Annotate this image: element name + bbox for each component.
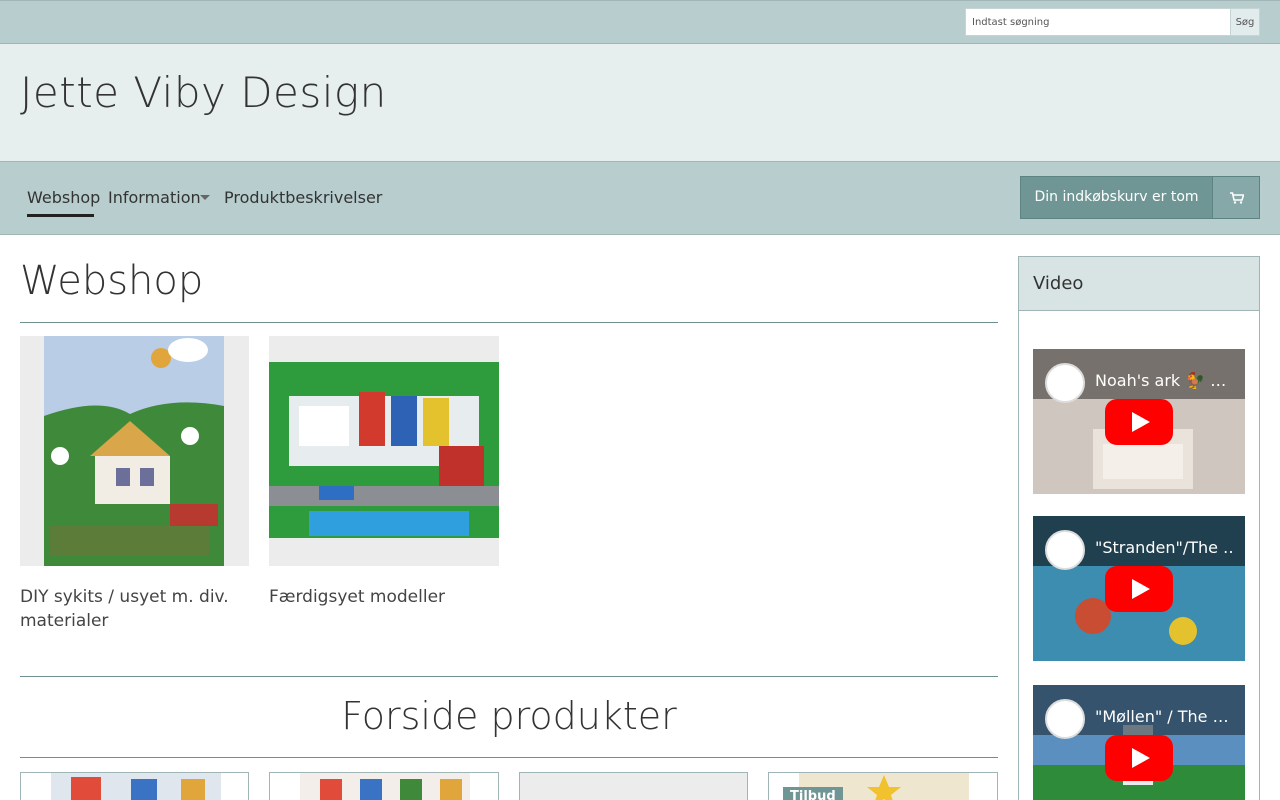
category-image-faerdigsyet[interactable]: [269, 336, 499, 566]
product-card[interactable]: [519, 772, 748, 800]
category-link-faerdigsyet[interactable]: Færdigsyet modeller: [269, 585, 499, 609]
section-heading: Forside produkter: [341, 694, 677, 738]
nav-item-webshop[interactable]: Webshop: [27, 188, 100, 207]
divider: [20, 676, 998, 677]
shopping-cart-icon: [1230, 192, 1244, 204]
video-embed-1[interactable]: Noah's ark 🐓 …: [1033, 349, 1245, 494]
channel-logo: [1045, 363, 1085, 403]
product-card[interactable]: [269, 772, 499, 800]
category-link-diy[interactable]: DIY sykits / usyet m. div. materialer: [20, 585, 249, 633]
channel-logo: [1045, 530, 1085, 570]
video-title: Noah's ark 🐓 …: [1095, 371, 1227, 390]
product-card[interactable]: [20, 772, 249, 800]
site-title[interactable]: Jette Viby Design: [20, 68, 387, 117]
nav-item-produktbeskrivelser[interactable]: Produktbeskrivelser: [224, 188, 382, 207]
offer-badge: Tilbud: [783, 787, 843, 800]
play-icon[interactable]: [1105, 399, 1173, 445]
caret-down-icon[interactable]: [200, 195, 210, 200]
cart-button[interactable]: Din indkøbskurv er tom: [1020, 176, 1213, 219]
nav-item-information[interactable]: Information: [108, 188, 201, 207]
site-header: Jette Viby Design: [0, 44, 1280, 162]
play-icon[interactable]: [1105, 566, 1173, 612]
video-embed-2[interactable]: "Stranden"/The …: [1033, 516, 1245, 661]
video-embed-3[interactable]: "Møllen" / The …: [1033, 685, 1245, 800]
search-button[interactable]: Søg: [1230, 8, 1260, 36]
cart-icon-button[interactable]: [1212, 176, 1260, 219]
sidebar-header: Video: [1019, 257, 1259, 311]
video-title: "Stranden"/The …: [1095, 538, 1235, 557]
video-sidebar: Video Noah's ark 🐓 … "Stranden"/The … "M…: [1018, 256, 1260, 800]
video-title: "Møllen" / The …: [1095, 707, 1229, 726]
divider: [20, 322, 998, 323]
divider: [20, 757, 998, 758]
nav-active-indicator: [27, 214, 94, 217]
channel-logo: [1045, 699, 1085, 739]
product-card[interactable]: Tilbud: [768, 772, 998, 800]
search-input[interactable]: [965, 8, 1231, 36]
play-icon[interactable]: [1105, 735, 1173, 781]
sidebar-title: Video: [1033, 273, 1084, 294]
category-image-diy[interactable]: [20, 336, 249, 566]
page-heading: Webshop: [20, 258, 204, 304]
